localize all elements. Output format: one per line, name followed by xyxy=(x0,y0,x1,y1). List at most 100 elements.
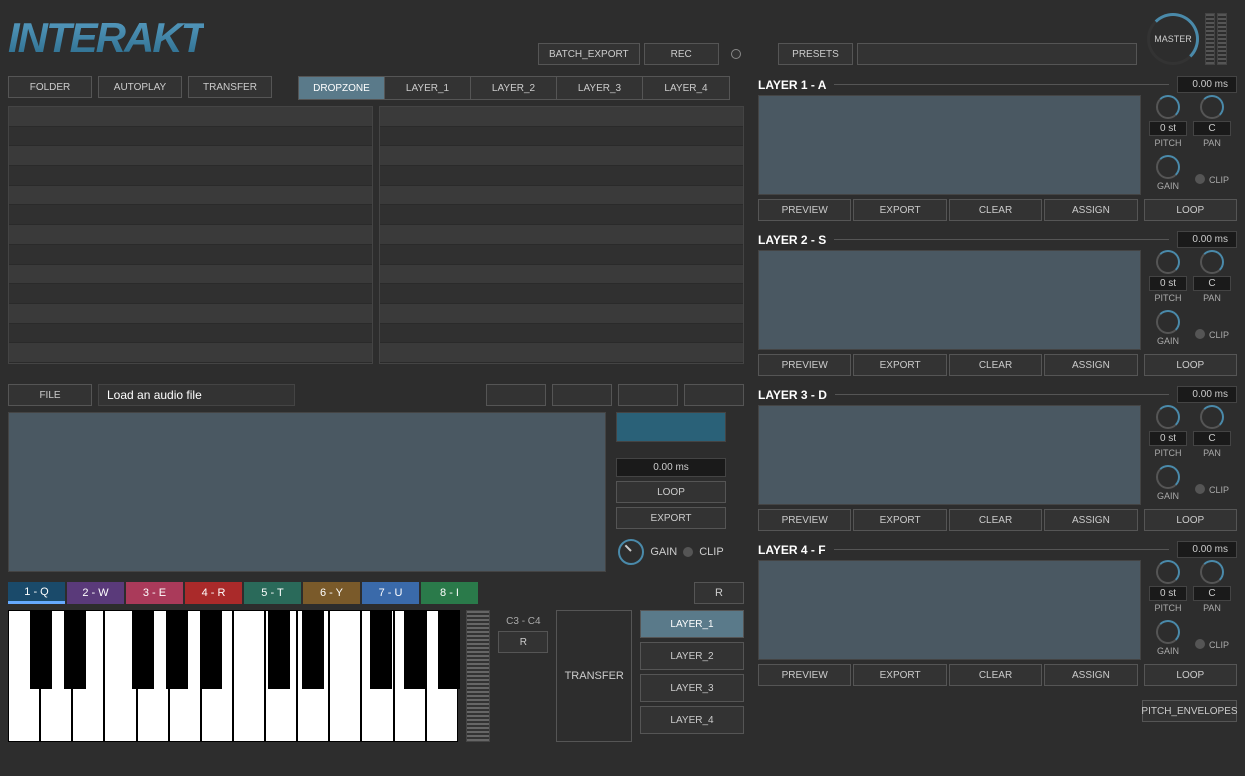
layer-2-pitch-knob[interactable] xyxy=(1156,250,1180,274)
layer-4-waveform[interactable] xyxy=(758,560,1141,660)
main-gain-knob[interactable] xyxy=(618,539,644,565)
layer-2-tab[interactable]: LAYER_2 xyxy=(471,77,557,99)
layer-4-gain-label: GAIN xyxy=(1157,646,1179,656)
slot-3[interactable]: 3 - E xyxy=(126,582,183,604)
black-key[interactable] xyxy=(370,610,392,689)
layer-3-pitch-display: 0 st xyxy=(1149,431,1187,446)
kb-layer-1-button[interactable]: LAYER_1 xyxy=(640,610,744,638)
layer-1-waveform[interactable] xyxy=(758,95,1141,195)
slot-8[interactable]: 8 - I xyxy=(421,582,478,604)
folder-button[interactable]: FOLDER xyxy=(8,76,92,98)
layer-2-assign-button[interactable]: ASSIGN xyxy=(1044,354,1137,376)
layer-2-waveform[interactable] xyxy=(758,250,1141,350)
layer-2-gain-knob[interactable] xyxy=(1156,310,1180,334)
black-key[interactable] xyxy=(30,610,52,689)
layer-3-tab[interactable]: LAYER_3 xyxy=(557,77,643,99)
file-button[interactable]: FILE xyxy=(8,384,92,406)
black-key[interactable] xyxy=(404,610,426,689)
pitch-envelopes-button[interactable]: PITCH_ENVELOPES xyxy=(1142,700,1237,722)
white-key[interactable] xyxy=(329,610,361,742)
layer-1-gain-knob[interactable] xyxy=(1156,155,1180,179)
layer-4-assign-button[interactable]: ASSIGN xyxy=(1044,664,1137,686)
layer-1-pitch-display: 0 st xyxy=(1149,121,1187,136)
mod-wheel[interactable] xyxy=(466,610,491,742)
layer-4-loop-button[interactable]: LOOP xyxy=(1144,664,1237,686)
waveform-overview[interactable] xyxy=(616,412,726,442)
layer-2-export-button[interactable]: EXPORT xyxy=(853,354,946,376)
main-gain-label: GAIN xyxy=(650,546,677,558)
layer-4-pan-knob[interactable] xyxy=(1200,560,1224,584)
layer-4-preview-button[interactable]: PREVIEW xyxy=(758,664,851,686)
white-key[interactable] xyxy=(233,610,265,742)
slot-1[interactable]: 1 - Q xyxy=(8,582,65,604)
layer-3-assign-button[interactable]: ASSIGN xyxy=(1044,509,1137,531)
layer-3-clear-button[interactable]: CLEAR xyxy=(949,509,1042,531)
layer-2-pan-knob[interactable] xyxy=(1200,250,1224,274)
layer-1-assign-button[interactable]: ASSIGN xyxy=(1044,199,1137,221)
layer-1-export-button[interactable]: EXPORT xyxy=(853,199,946,221)
layer-1-pitch-knob[interactable] xyxy=(1156,95,1180,119)
piano-keyboard[interactable] xyxy=(8,610,458,742)
file-list-left[interactable] xyxy=(8,106,373,364)
layer-1-pan-knob[interactable] xyxy=(1200,95,1224,119)
black-key[interactable] xyxy=(200,610,222,689)
slot-7[interactable]: 7 - U xyxy=(362,582,419,604)
kb-layer-4-button[interactable]: LAYER_4 xyxy=(640,706,744,734)
layer-4-clear-button[interactable]: CLEAR xyxy=(949,664,1042,686)
layer-4-export-button[interactable]: EXPORT xyxy=(853,664,946,686)
master-knob[interactable]: MASTER xyxy=(1147,13,1199,65)
keyboard-range-label: C3 - C4 xyxy=(506,616,540,627)
main-export-button[interactable]: EXPORT xyxy=(616,507,726,529)
layer-1-clear-button[interactable]: CLEAR xyxy=(949,199,1042,221)
main-loop-button[interactable]: LOOP xyxy=(616,481,726,503)
main-waveform[interactable] xyxy=(8,412,606,572)
batch-export-button[interactable]: BATCH_EXPORT xyxy=(538,43,640,65)
layer-3-loop-button[interactable]: LOOP xyxy=(1144,509,1237,531)
file-display-2[interactable] xyxy=(552,384,612,406)
layer-3-waveform[interactable] xyxy=(758,405,1141,505)
file-list-right[interactable] xyxy=(379,106,744,364)
layer-1-gain-label: GAIN xyxy=(1157,181,1179,191)
layer-3-ms-display: 0.00 ms xyxy=(1177,386,1237,403)
layer-2-loop-button[interactable]: LOOP xyxy=(1144,354,1237,376)
black-key[interactable] xyxy=(166,610,188,689)
keyboard-r-button[interactable]: R xyxy=(498,631,548,653)
black-key[interactable] xyxy=(64,610,86,689)
layer-3-preview-button[interactable]: PREVIEW xyxy=(758,509,851,531)
layer-3-export-button[interactable]: EXPORT xyxy=(853,509,946,531)
dropzone-tab[interactable]: DROPZONE xyxy=(299,77,385,99)
slot-2[interactable]: 2 - W xyxy=(67,582,124,604)
file-display-1[interactable] xyxy=(486,384,546,406)
black-key[interactable] xyxy=(268,610,290,689)
file-message: Load an audio file xyxy=(98,384,295,406)
file-display-4[interactable] xyxy=(684,384,744,406)
layer-3-pan-knob[interactable] xyxy=(1200,405,1224,429)
slot-4[interactable]: 4 - R xyxy=(185,582,242,604)
autoplay-button[interactable]: AUTOPLAY xyxy=(98,76,182,98)
slot-5[interactable]: 5 - T xyxy=(244,582,301,604)
layer-2-clear-button[interactable]: CLEAR xyxy=(949,354,1042,376)
slots-r-button[interactable]: R xyxy=(694,582,744,604)
black-key[interactable] xyxy=(132,610,154,689)
preset-display[interactable] xyxy=(857,43,1137,65)
file-display-3[interactable] xyxy=(618,384,678,406)
layer-1-preview-button[interactable]: PREVIEW xyxy=(758,199,851,221)
black-key[interactable] xyxy=(438,610,460,689)
kb-layer-2-button[interactable]: LAYER_2 xyxy=(640,642,744,670)
black-key[interactable] xyxy=(302,610,324,689)
layer-3-gain-knob[interactable] xyxy=(1156,465,1180,489)
layer-1-loop-button[interactable]: LOOP xyxy=(1144,199,1237,221)
layer-2-pan-label: PAN xyxy=(1203,293,1221,303)
layer-4-pitch-knob[interactable] xyxy=(1156,560,1180,584)
layer-4-gain-knob[interactable] xyxy=(1156,620,1180,644)
layer-2-preview-button[interactable]: PREVIEW xyxy=(758,354,851,376)
kb-layer-3-button[interactable]: LAYER_3 xyxy=(640,674,744,702)
presets-button[interactable]: PRESETS xyxy=(778,43,853,65)
rec-button[interactable]: REC xyxy=(644,43,719,65)
layer-1-tab[interactable]: LAYER_1 xyxy=(385,77,471,99)
slot-6[interactable]: 6 - Y xyxy=(303,582,360,604)
layer-3-pitch-knob[interactable] xyxy=(1156,405,1180,429)
transfer-button[interactable]: TRANSFER xyxy=(188,76,272,98)
layer-4-tab[interactable]: LAYER_4 xyxy=(643,77,729,99)
keyboard-transfer-button[interactable]: TRANSFER xyxy=(556,610,632,742)
